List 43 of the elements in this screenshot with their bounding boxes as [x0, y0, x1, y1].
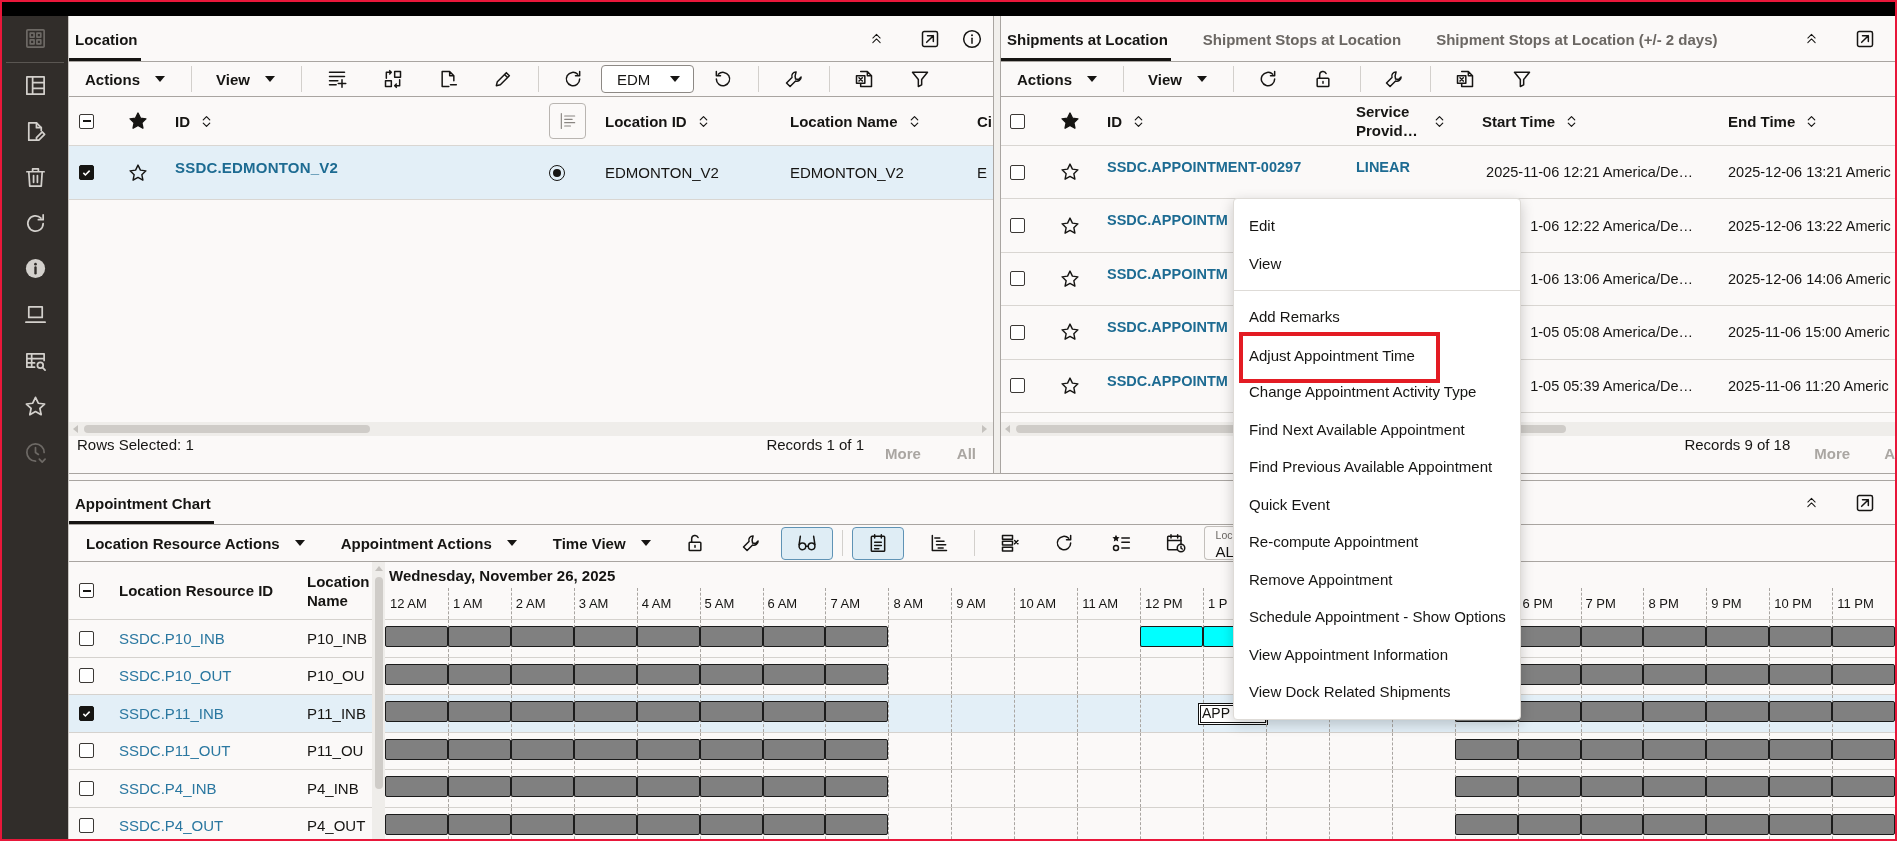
date-label: Wednesday, November 26, 2025 [389, 567, 616, 584]
table-cell: E [977, 164, 987, 181]
table-cell: 2025-12-06 13:21 Americ [1728, 164, 1891, 181]
records-count: Records 9 of 18 [1684, 436, 1791, 453]
hour-label: 4 AM [641, 596, 672, 611]
table-cell: P4_INB [307, 779, 359, 797]
rows-selected-text: Rows Selected: 1 [77, 436, 194, 453]
hour-label: 7 AM [830, 596, 861, 611]
hour-label: 11 PM [1837, 596, 1874, 611]
table-cell: 1-06 13:06 America/De… [1530, 270, 1693, 287]
hour-label: 11 AM [1082, 596, 1119, 611]
table-cell: 2025-12-06 14:06 Americ [1728, 270, 1891, 287]
table-cell: P11_INB [307, 704, 366, 722]
hour-label: 7 PM [1585, 596, 1616, 611]
table-cell: 2025-11-06 11:20 Americ [1728, 377, 1889, 394]
table-cell: 2025-11-06 15:00 Americ [1728, 324, 1890, 341]
hour-label: 3 AM [578, 596, 609, 611]
hour-label: 8 PM [1648, 596, 1679, 611]
table-cell: 2025-11-06 12:21 America/De… [1486, 164, 1693, 181]
hour-label: 1 P [1208, 596, 1228, 611]
records-count: Records 1 of 1 [766, 436, 864, 453]
hour-label: 1 AM [452, 596, 483, 611]
hour-label: 9 AM [956, 596, 986, 611]
table-cell: P11_OU [307, 742, 364, 760]
hour-label: 6 AM [767, 596, 798, 611]
table-cell: 2025-12-06 13:22 Americ [1728, 217, 1891, 234]
hour-label: 6 PM [1522, 596, 1553, 611]
table-cell: P10_OU [307, 667, 365, 685]
hour-label: 12 AM [390, 596, 427, 611]
hour-label: 10 PM [1774, 596, 1812, 611]
table-cell: EDMONTON_V2 [605, 164, 719, 181]
hour-label: 10 AM [1019, 596, 1057, 611]
hour-label: 9 PM [1711, 596, 1742, 611]
table-cell: EDMONTON_V2 [790, 164, 904, 181]
hour-label: 12 PM [1145, 596, 1183, 611]
table-cell: P4_OUT [307, 817, 366, 835]
table-cell: P10_INB [307, 629, 368, 647]
table-cell: 1-05 05:08 America/De… [1530, 324, 1693, 341]
table-cell: 1-06 12:22 America/De… [1530, 217, 1693, 234]
hour-label: 5 AM [704, 596, 735, 611]
table-cell: 1-05 05:39 America/De… [1530, 377, 1693, 394]
hour-label: 8 AM [893, 596, 923, 611]
hour-label: 2 AM [515, 596, 546, 611]
